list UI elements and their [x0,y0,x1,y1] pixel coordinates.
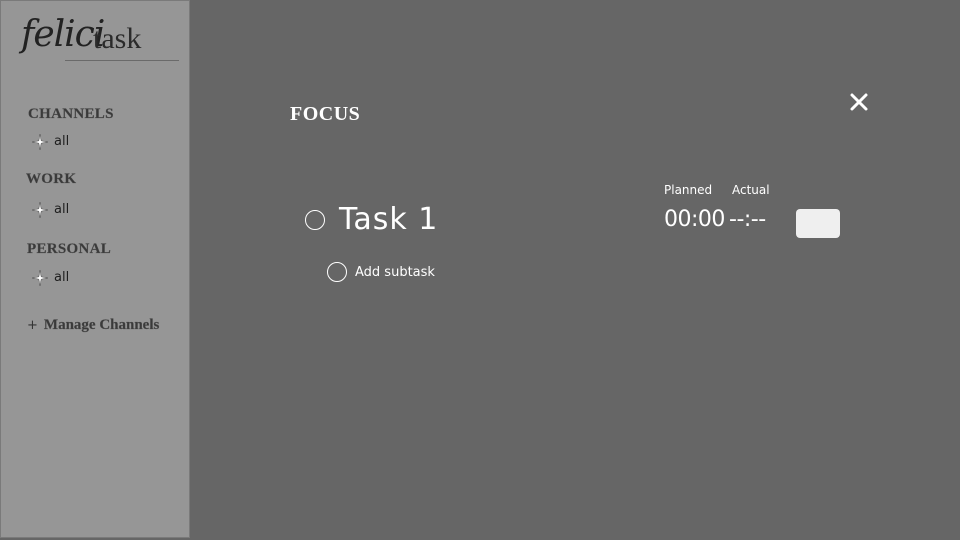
logo-underline [65,60,179,61]
sidebar-item-label: all [54,134,70,149]
actual-time-value: --:-- [729,207,766,232]
actual-label: Actual [732,183,770,197]
sidebar: felici task CHANNELS all WORK all PERSON… [0,0,190,538]
app-logo[interactable]: felici task [21,13,181,63]
sidebar-item-personal-all[interactable]: all [32,270,69,286]
task-title[interactable]: Task 1 [339,200,438,240]
sparkle-icon [32,270,48,286]
task-complete-checkbox[interactable] [305,210,325,230]
manage-channels-button[interactable]: + Manage Channels [27,317,159,334]
sidebar-item-label: all [54,270,70,285]
plus-icon: + [27,318,38,333]
planned-label: Planned [664,183,713,197]
planned-time-value[interactable]: 00:00 [664,207,725,232]
sidebar-item-work-all[interactable]: all [32,202,69,218]
sidebar-item-channels-all[interactable]: all [32,134,69,150]
subtask-circle-icon [327,262,347,282]
sparkle-icon [32,202,48,218]
sidebar-item-label: all [54,202,70,217]
page-title: FOCUS [290,103,361,125]
close-icon [850,93,868,111]
task-row: Task 1 [305,200,438,240]
sparkle-icon [32,134,48,150]
logo-suffix: task [93,22,142,55]
close-button[interactable] [847,90,871,114]
add-subtask-label: Add subtask [355,264,435,280]
section-title-work: WORK [26,171,77,187]
add-subtask-button[interactable]: Add subtask [327,262,435,282]
time-input-field[interactable] [796,209,840,238]
logo-prefix: felici [21,14,105,55]
app-window: felici task CHANNELS all WORK all PERSON… [0,0,960,540]
section-title-channels: CHANNELS [28,106,114,122]
section-title-personal: PERSONAL [27,241,112,257]
manage-channels-label: Manage Channels [43,317,160,333]
